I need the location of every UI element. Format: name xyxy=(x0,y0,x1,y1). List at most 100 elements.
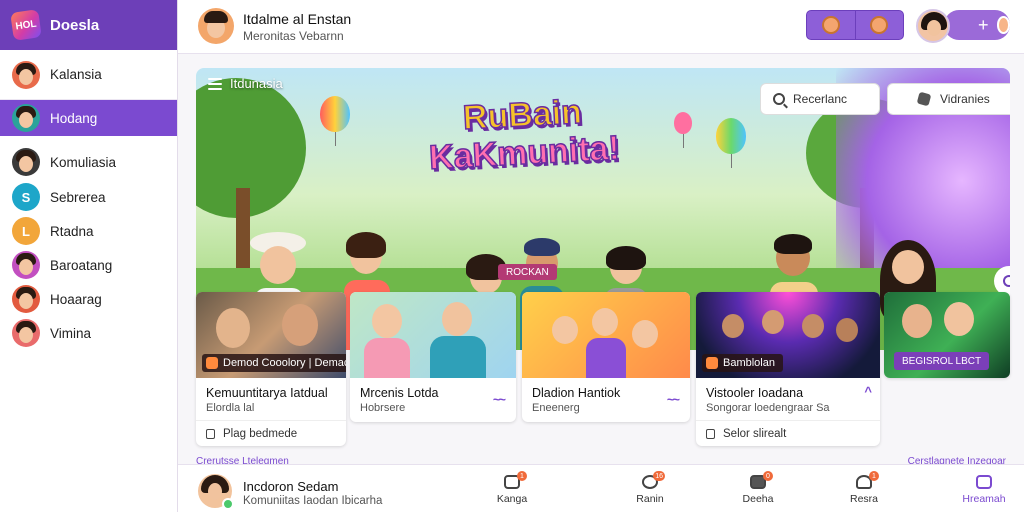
puzzle-icon: 1 xyxy=(504,471,527,489)
user-avatar[interactable] xyxy=(916,9,950,43)
avatar xyxy=(12,60,40,89)
community-card[interactable]: Dladion Hantiok Eneenerg ~~ xyxy=(522,292,690,422)
plus-icon: + xyxy=(978,14,989,35)
wave-icon: ~~ xyxy=(666,392,680,407)
search-input[interactable]: Recerlanc xyxy=(760,83,880,115)
tab-label: Kanga xyxy=(496,493,528,505)
document-icon xyxy=(976,475,992,489)
chat-icon: 16 xyxy=(642,471,665,489)
people-icon: 1 xyxy=(856,471,879,489)
card-subtitle: Songorar loedengraar Sa xyxy=(706,402,830,414)
tab-resra[interactable]: 1 Resra xyxy=(834,471,894,511)
community-card[interactable]: Mrcenis Lotda Hobrsere ~~ xyxy=(350,292,516,422)
wave-icon: ~~ xyxy=(492,392,506,407)
notification-badge: 1 xyxy=(517,471,527,481)
tab-deeha[interactable]: 0 Deeha xyxy=(728,471,788,511)
tab-ranin[interactable]: 16 Ranin xyxy=(620,471,680,511)
card-title: Kemuuntitarya Iatdual xyxy=(206,386,328,400)
sidebar-item-hoaarag[interactable]: Hoaarag xyxy=(0,282,177,316)
card-footer[interactable]: Plag bedmede xyxy=(196,420,346,446)
avatar xyxy=(12,104,40,132)
group-icon: S xyxy=(12,183,40,211)
sidebar-item-sebrerea[interactable]: S Sebrerea xyxy=(0,180,177,214)
sidebar-item-rtadna[interactable]: L Rtadna xyxy=(0,214,177,248)
main-content: Itdunasia RuBain KaKmunita! ROCKAN Recer… xyxy=(178,54,1024,467)
card-thumbnail xyxy=(522,292,690,378)
sidebar-item-label: Hodang xyxy=(50,110,98,126)
sidebar-item-kalansia[interactable]: Kalansia xyxy=(0,50,177,100)
sidebar-item-label: Vimina xyxy=(50,325,92,341)
app-name: Doesla xyxy=(50,16,100,34)
card-title: Dladion Hantiok xyxy=(532,386,621,400)
card-tag-text: Demod Cooolory | Demact xyxy=(223,357,346,369)
tab-label: Resra xyxy=(849,493,878,505)
folder-icon: 0 xyxy=(750,471,773,489)
card-title: Mrcenis Lotda xyxy=(360,386,439,400)
view-option-one[interactable] xyxy=(807,11,855,39)
page-subtitle: Meronitas Vebarnn xyxy=(243,29,344,43)
app-logo: HOL xyxy=(10,9,42,41)
sidebar-item-vimina[interactable]: Vimina xyxy=(0,316,177,350)
sidebar-item-baroatang[interactable]: Baroatang xyxy=(0,248,177,282)
card-footer-text: Plag bedmede xyxy=(223,427,298,440)
card-tag: Bamblolan xyxy=(702,354,783,372)
card-subtitle: Eneenerg xyxy=(532,402,580,414)
play-icon xyxy=(206,357,218,369)
card-thumbnail: Bamblolan xyxy=(696,292,880,378)
refresh-icon xyxy=(1003,275,1010,287)
now-playing-subtitle: Komuniitas Iaodan Ibicarha xyxy=(243,495,383,507)
face-icon xyxy=(996,16,1010,34)
tab-label: Ranin xyxy=(636,493,664,505)
avatar xyxy=(12,319,40,347)
sidebar-item-label: Baroatang xyxy=(50,257,113,273)
banner-badge: ROCKAN xyxy=(498,264,557,280)
sidebar-item-label: Komuliasia xyxy=(50,154,117,170)
balloon-icon xyxy=(320,96,350,146)
page-title: Itdalme al Enstan xyxy=(243,11,352,27)
sidebar: HOL Doesla Kalansia Hodang Komuliasia S … xyxy=(0,0,178,512)
card-subtitle: Hobrsere xyxy=(360,402,406,414)
view-option-two[interactable] xyxy=(854,11,904,39)
banner-menu[interactable]: Itdunasia xyxy=(208,76,283,91)
community-card[interactable]: Bamblolan Vistooler Ioadana Songorar loe… xyxy=(696,292,880,446)
balloon-icon xyxy=(674,112,692,148)
card-tag: Demod Cooolory | Demact xyxy=(202,354,346,372)
card-thumbnail xyxy=(350,292,516,378)
chevron-up-icon[interactable]: ^ xyxy=(864,384,871,399)
sidebar-item-hodang[interactable]: Hodang xyxy=(0,100,177,136)
sidebar-item-komuliasia[interactable]: Komuliasia xyxy=(0,144,177,180)
channel-avatar[interactable] xyxy=(198,8,234,44)
lock-icon xyxy=(206,428,215,439)
tab-label: Deeha xyxy=(742,493,774,505)
card-thumbnail: BEGISROL LBCT xyxy=(884,292,1010,378)
sidebar-item-label: Hoaarag xyxy=(50,291,102,307)
banner-label-text: Itdunasia xyxy=(230,76,283,91)
notification-badge: 1 xyxy=(869,471,879,481)
community-card[interactable]: Demod Cooolory | Demact Kemuuntitarya Ia… xyxy=(196,292,346,446)
card-tag: BEGISROL LBCT xyxy=(894,352,990,370)
tab-kanga[interactable]: 1 Kanga xyxy=(482,471,542,511)
top-bar: Itdalme al Enstan Meronitas Vebarnn + xyxy=(178,0,1024,54)
tree-illustration xyxy=(196,78,306,218)
videos-button[interactable]: Vidranies xyxy=(887,83,1010,115)
avatar xyxy=(12,285,40,313)
community-card[interactable]: BEGISROL LBCT xyxy=(884,292,1010,378)
avatar xyxy=(12,148,40,176)
notification-badge: 16 xyxy=(653,471,665,481)
coin-icon: L xyxy=(12,217,40,245)
card-footer[interactable]: Selor slirealt xyxy=(696,420,880,446)
notification-badge: 0 xyxy=(763,471,773,481)
now-playing-title: Incdoron Sedam xyxy=(243,479,339,494)
sidebar-item-label: Rtadna xyxy=(50,223,94,239)
face-icon xyxy=(870,16,889,34)
card-subtitle: Elordla lal xyxy=(206,402,255,414)
view-switcher[interactable] xyxy=(806,10,904,40)
tab-hreamah[interactable]: Hreamah xyxy=(954,475,1014,511)
brand-bar[interactable]: HOL Doesla xyxy=(0,0,177,50)
card-title: Vistooler Ioadana xyxy=(706,386,804,400)
search-icon xyxy=(773,93,785,105)
videos-label: Vidranies xyxy=(940,92,990,106)
bottom-bar: Incdoron Sedam Komuniitas Iaodan Ibicarh… xyxy=(178,464,1024,512)
add-friend-button[interactable]: + xyxy=(944,10,1010,40)
menu-icon xyxy=(208,77,222,90)
